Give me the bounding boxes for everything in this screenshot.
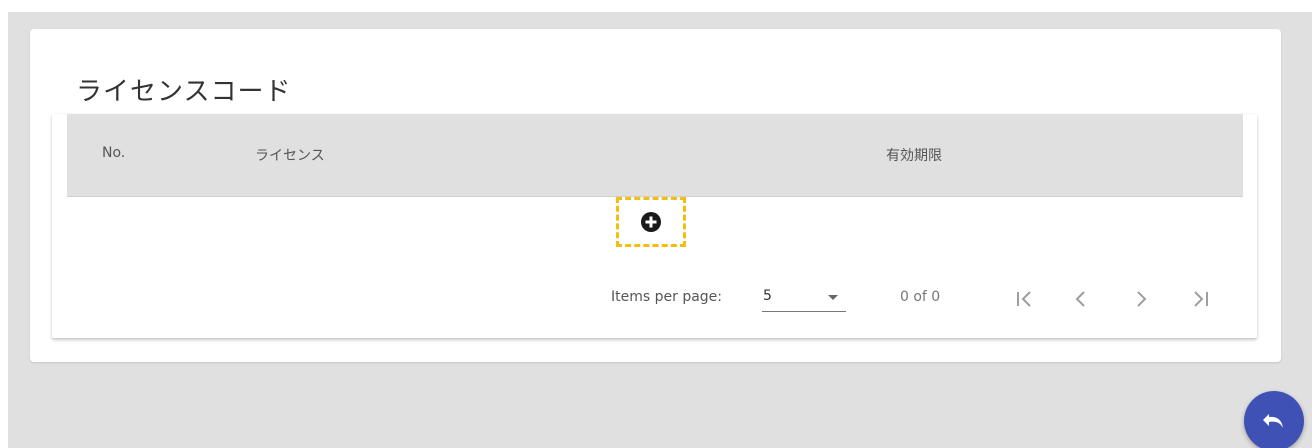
add-circle-icon xyxy=(641,212,661,232)
column-header-expiry[interactable]: 有効期限 xyxy=(886,145,942,165)
left-strip xyxy=(0,12,8,448)
items-per-page-label: Items per page: xyxy=(611,289,723,305)
page-range-label: 0 of 0 xyxy=(900,289,941,305)
first-page-button[interactable] xyxy=(1010,284,1040,314)
table-header xyxy=(67,114,1243,197)
first-page-icon xyxy=(1017,291,1031,307)
chevron-down-icon xyxy=(828,295,838,300)
page-size-select[interactable]: 5 xyxy=(762,285,846,312)
undo-icon xyxy=(1263,414,1283,428)
top-strip xyxy=(0,0,1312,12)
page-size-value: 5 xyxy=(763,288,772,304)
chevron-left-icon xyxy=(1075,291,1085,307)
undo-button[interactable] xyxy=(1244,391,1304,448)
previous-page-button[interactable] xyxy=(1066,284,1096,314)
last-page-icon xyxy=(1194,291,1208,307)
chevron-right-icon xyxy=(1137,291,1147,307)
column-header-license[interactable]: ライセンス xyxy=(255,145,325,165)
column-header-no[interactable]: No. xyxy=(102,145,125,161)
add-license-button[interactable] xyxy=(616,197,686,247)
page-title: ライセンスコード xyxy=(76,77,292,108)
next-page-button[interactable] xyxy=(1126,284,1156,314)
last-page-button[interactable] xyxy=(1185,284,1215,314)
